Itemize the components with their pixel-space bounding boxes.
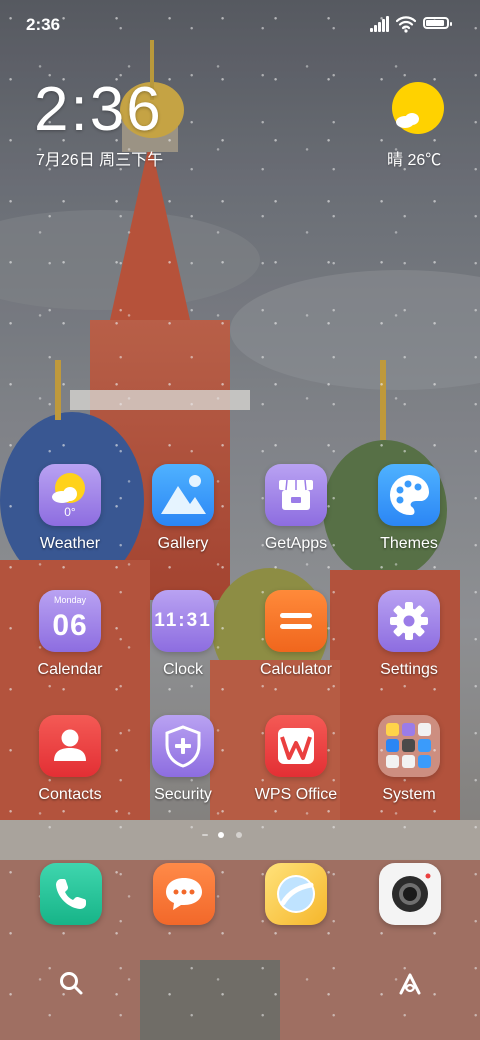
clock-widget-time[interactable]: 2:36 xyxy=(34,72,163,148)
assistant-icon[interactable] xyxy=(396,970,424,998)
app-label: Clock xyxy=(162,661,203,678)
status-bar: 2:36 xyxy=(0,0,480,50)
app-themes[interactable]: Themes xyxy=(354,464,464,553)
contacts-app-icon xyxy=(39,715,101,777)
app-label: Security xyxy=(154,786,212,803)
app-label: System xyxy=(382,786,436,803)
app-label: Contacts xyxy=(38,786,102,803)
calendar-app-icon: Monday 06 xyxy=(39,590,101,652)
signal-icon xyxy=(370,16,390,32)
clock-app-time: 11:31 xyxy=(154,610,212,631)
battery-icon xyxy=(423,17,452,29)
weather-app-temp: 0° xyxy=(64,505,76,519)
app-label: WPS Office xyxy=(254,786,338,803)
calendar-day-number: 06 xyxy=(52,609,88,642)
calendar-day-name: Monday xyxy=(53,595,87,605)
app-label: Gallery xyxy=(157,535,209,552)
folder-icon xyxy=(378,715,440,777)
app-getapps[interactable]: GetApps xyxy=(241,464,351,553)
messages-icon[interactable] xyxy=(153,863,215,925)
status-time: 2:36 xyxy=(26,15,61,34)
app-label: Settings xyxy=(380,661,438,678)
app-security[interactable]: Security xyxy=(128,715,238,804)
palette-app-icon xyxy=(378,464,440,526)
page-indicator[interactable] xyxy=(200,830,280,840)
app-weather[interactable]: 0° Weather xyxy=(15,464,125,553)
battery-level-fill xyxy=(426,20,444,26)
weather-widget[interactable]: 晴 26℃ xyxy=(382,82,462,172)
calculator-app-icon xyxy=(265,590,327,652)
phone-icon[interactable] xyxy=(40,863,102,925)
store-app-icon xyxy=(265,464,327,526)
shield-app-icon xyxy=(152,715,214,777)
app-label: Themes xyxy=(380,535,438,552)
app-gallery[interactable]: Gallery xyxy=(128,464,238,553)
page-dot-active xyxy=(218,832,224,838)
weather-app-icon: 0° xyxy=(39,464,101,526)
app-calendar[interactable]: Monday 06 Calendar xyxy=(15,590,125,679)
app-contacts[interactable]: Contacts xyxy=(15,715,125,804)
weather-condition-temp: 晴 26℃ xyxy=(387,152,442,169)
page-indicator-lines-icon xyxy=(202,834,208,836)
gear-app-icon xyxy=(378,590,440,652)
app-folder-system[interactable]: System xyxy=(354,715,464,804)
app-label: Calculator xyxy=(259,661,333,678)
browser-icon[interactable] xyxy=(265,863,327,925)
gallery-app-icon xyxy=(152,464,214,526)
app-label: Calendar xyxy=(37,661,103,678)
app-settings[interactable]: Settings xyxy=(354,590,464,679)
camera-icon[interactable] xyxy=(379,863,441,925)
app-clock[interactable]: 11:31 Clock xyxy=(128,590,238,679)
search-icon[interactable] xyxy=(58,970,84,996)
app-calculator[interactable]: Calculator xyxy=(241,590,351,679)
clock-widget-date[interactable]: 7月26日 周三下午 xyxy=(36,146,163,170)
wps-app-icon xyxy=(265,715,327,777)
page-dot xyxy=(236,832,242,838)
sun-icon xyxy=(392,82,444,134)
clock-app-icon: 11:31 xyxy=(152,590,214,652)
wifi-icon xyxy=(396,16,416,33)
app-label: GetApps xyxy=(264,535,328,552)
app-wps-office[interactable]: WPS Office xyxy=(241,715,351,804)
app-label: Weather xyxy=(39,535,101,552)
